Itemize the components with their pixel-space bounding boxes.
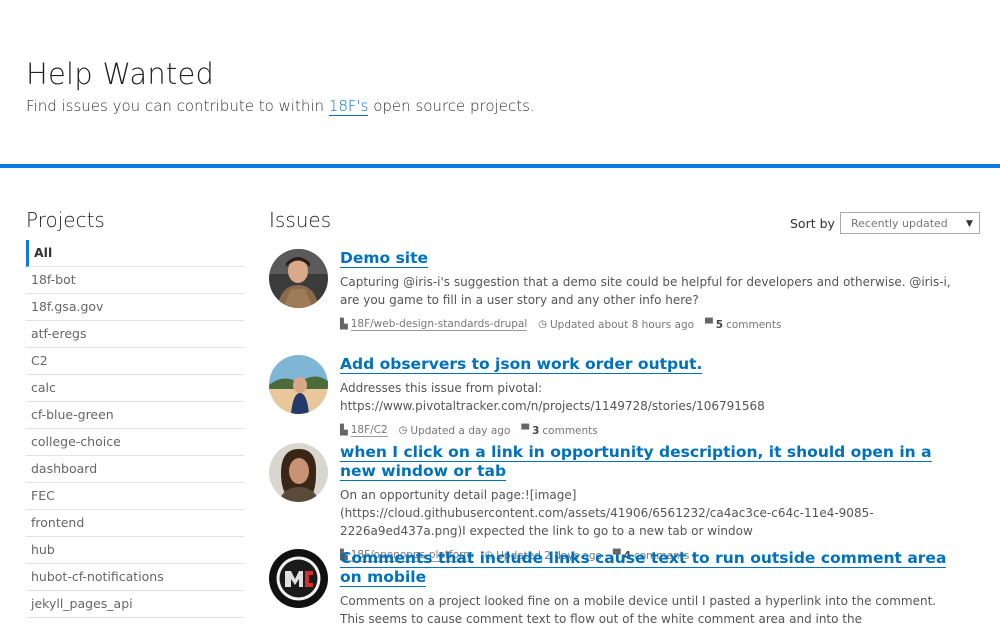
project-item[interactable]: frontend — [26, 510, 244, 537]
project-item[interactable]: hub — [26, 537, 244, 564]
project-item-all[interactable]: All — [26, 240, 244, 267]
caret-down-icon: ▼ — [966, 219, 973, 229]
page-title: Help Wanted — [26, 57, 215, 91]
comments-meta: ▀ 5 comments — [705, 319, 781, 331]
issue-body: when I click on a link in opportunity de… — [340, 443, 960, 562]
repo-meta: ▙ 18F/web-design-standards-drupal — [340, 318, 528, 331]
projects-heading: Projects — [26, 208, 105, 232]
subtitle-text: Find issues you can contribute to within — [26, 97, 329, 115]
avatar — [269, 355, 328, 414]
comments-meta: ▀ 3 comments — [521, 425, 597, 437]
18f-link[interactable]: 18F's — [328, 97, 369, 116]
issue-description: Addresses this issue from pivotal: https… — [340, 381, 765, 413]
sort-label: Sort by — [790, 215, 835, 231]
comments-label: comments — [542, 424, 598, 437]
project-item[interactable]: 18f.gsa.gov — [26, 294, 244, 321]
comments-label: comments — [726, 318, 782, 331]
issue-title-link[interactable]: Demo site — [340, 249, 429, 268]
project-item[interactable]: cf-blue-green — [26, 402, 244, 429]
issue-body: Demo site Capturing @iris-i's suggestion… — [340, 249, 960, 331]
project-item[interactable]: atf-eregs — [26, 321, 244, 348]
comment-icon: ▀ — [521, 425, 530, 436]
sort-control: Sort by Recently updated ▼ — [790, 212, 980, 234]
issue-title-link[interactable]: when I click on a link in opportunity de… — [340, 443, 932, 481]
project-item[interactable]: FEC — [26, 483, 244, 510]
repo-link[interactable]: 18F/C2 — [350, 424, 388, 437]
updated-text: Updated a day ago — [410, 424, 511, 437]
projects-list: All 18f-bot 18f.gsa.gov atf-eregs C2 cal… — [26, 240, 244, 618]
project-item[interactable]: C2 — [26, 348, 244, 375]
issue-description: Capturing @iris-i's suggestion that a de… — [340, 275, 951, 307]
sort-selected-value: Recently updated — [850, 217, 948, 230]
repo-icon: ▙ — [340, 425, 348, 436]
comment-icon: ▀ — [705, 319, 713, 330]
issue-meta: ▙ 18F/C2 ◷ Updated a day ago ▀ 3 comments — [340, 424, 960, 437]
issue-meta: ▙ 18F/web-design-standards-drupal ◷ Update… — [340, 318, 960, 331]
avatar — [269, 249, 328, 308]
page-subtitle: Find issues you can contribute to within… — [26, 97, 535, 116]
updated-meta: ◷ Updated about 8 hours ago — [538, 319, 694, 331]
project-item[interactable]: dashboard — [26, 456, 244, 483]
subtitle-text-end: open source projects. — [368, 97, 535, 115]
project-item[interactable]: college-choice — [26, 429, 244, 456]
avatar — [269, 443, 328, 502]
clock-icon: ◷ — [398, 425, 408, 436]
header-divider — [0, 164, 1000, 168]
avatar — [269, 549, 328, 608]
repo-icon: ▙ — [340, 319, 348, 330]
project-item[interactable]: calc — [26, 375, 244, 402]
comments-count: 3 — [532, 424, 540, 437]
issue-body: Comments that include links cause text t… — [340, 549, 960, 628]
updated-meta: ◷ Updated a day ago — [399, 425, 511, 437]
repo-meta: ▙ 18F/C2 — [340, 424, 388, 437]
issue-body: Add observers to json work order output.… — [340, 355, 960, 437]
issue-title-link[interactable]: Comments that include links cause text t… — [340, 549, 947, 587]
comments-count: 5 — [715, 318, 724, 331]
project-item[interactable]: jekyll_pages_api — [26, 591, 244, 618]
updated-text: Updated about 8 hours ago — [549, 318, 695, 331]
clock-icon: ◷ — [538, 319, 547, 330]
issues-heading: Issues — [269, 208, 332, 232]
project-item[interactable]: 18f-bot — [26, 267, 244, 294]
page-header: Help Wanted Find issues you can contribu… — [26, 56, 535, 116]
issue-description: On an opportunity detail page:![image](h… — [340, 488, 874, 538]
issue-title-link[interactable]: Add observers to json work order output. — [340, 355, 703, 374]
sort-select[interactable]: Recently updated ▼ — [839, 212, 980, 234]
project-item[interactable]: hubot-cf-notifications — [26, 564, 244, 591]
repo-link[interactable]: 18F/web-design-standards-drupal — [350, 318, 528, 331]
issue-description: Comments on a project looked fine on a m… — [340, 594, 937, 626]
